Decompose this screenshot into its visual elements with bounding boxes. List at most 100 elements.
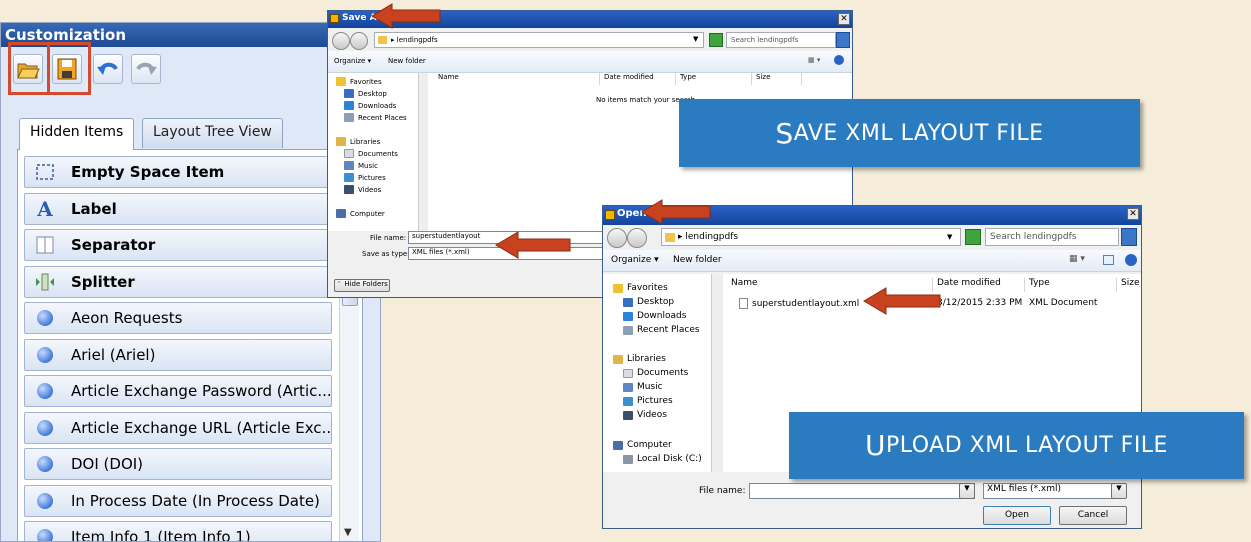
nav-desktop[interactable]: Desktop xyxy=(344,89,387,98)
list-item[interactable]: Empty Space Item xyxy=(24,156,332,188)
splitter-icon xyxy=(33,272,57,292)
list-item[interactable]: Article Exchange URL (Article Exc... xyxy=(24,411,332,444)
nav-libraries[interactable]: Libraries xyxy=(613,354,666,364)
list-item[interactable]: Aeon Requests xyxy=(24,302,332,334)
chevron-down-icon[interactable]: ▼ xyxy=(1111,483,1127,499)
file-row[interactable]: superstudentlayout.xml xyxy=(739,298,859,309)
nav-documents[interactable]: Documents xyxy=(623,368,688,378)
folder-icon xyxy=(665,233,675,242)
close-icon[interactable]: ✕ xyxy=(838,13,850,25)
column-date-modified[interactable]: Date modified xyxy=(933,278,1025,292)
open-navigation-pane: Favorites Desktop Downloads Recent Place… xyxy=(603,274,711,472)
help-icon[interactable] xyxy=(1125,254,1137,266)
column-name[interactable]: Name xyxy=(434,73,600,85)
nav-recent-places[interactable]: Recent Places xyxy=(623,325,700,335)
cancel-button[interactable]: Cancel xyxy=(1059,506,1127,525)
nav-libraries[interactable]: Libraries xyxy=(336,137,380,146)
preview-pane-icon[interactable] xyxy=(1103,255,1114,265)
file-name-input[interactable] xyxy=(749,483,975,499)
column-type[interactable]: Type xyxy=(676,73,752,85)
arrow-to-save-title xyxy=(371,3,441,29)
libraries-icon xyxy=(613,354,623,364)
list-item[interactable]: A Label xyxy=(24,192,332,225)
search-icon[interactable] xyxy=(836,32,850,48)
nav-favorites[interactable]: Favorites xyxy=(336,77,382,86)
refresh-icon[interactable] xyxy=(965,229,981,245)
save-highlight-box xyxy=(47,42,91,95)
forward-button[interactable] xyxy=(350,32,368,50)
column-size[interactable]: Size xyxy=(752,73,802,85)
search-input[interactable]: Search lendingpdfs xyxy=(985,228,1119,246)
forward-button[interactable] xyxy=(627,228,647,248)
back-button[interactable] xyxy=(332,32,350,50)
refresh-icon[interactable] xyxy=(709,33,723,47)
field-ball-icon xyxy=(33,418,57,438)
nav-downloads[interactable]: Downloads xyxy=(623,311,686,321)
save-toolbar: Organize ▾ New folder ▦ ▾ xyxy=(328,51,852,73)
list-item[interactable]: DOI (DOI) xyxy=(24,448,332,480)
search-icon[interactable] xyxy=(1121,228,1137,246)
nav-desktop[interactable]: Desktop xyxy=(623,297,674,307)
search-input[interactable]: Search lendingpdfs xyxy=(726,32,836,48)
save-callout: S AVE XML LAYOUT FILE xyxy=(679,99,1140,167)
address-bar[interactable]: ▸ lendingpdfs xyxy=(661,228,961,246)
nav-local-disk[interactable]: Local Disk (C:) xyxy=(623,454,702,464)
list-item-label: Empty Space Item xyxy=(71,163,225,181)
new-folder-button[interactable]: New folder xyxy=(388,57,426,65)
view-options-icon[interactable]: ▦ ▾ xyxy=(808,56,820,64)
downloads-icon xyxy=(344,101,354,110)
hide-folders-button[interactable]: ⌃ Hide Folders xyxy=(334,279,390,292)
list-item[interactable]: Splitter xyxy=(24,265,332,298)
list-item[interactable]: Ariel (Ariel) xyxy=(24,338,332,371)
scroll-down-icon[interactable]: ▼ xyxy=(344,527,352,538)
nav-documents[interactable]: Documents xyxy=(344,149,398,158)
list-item-label: Splitter xyxy=(71,272,135,291)
back-button[interactable] xyxy=(607,228,627,248)
file-type-filter-select[interactable]: XML files (*.xml) xyxy=(983,483,1121,499)
organize-button[interactable]: Organize ▾ xyxy=(334,57,371,65)
undo-button[interactable] xyxy=(93,54,123,84)
list-item[interactable]: Article Exchange Password (Artic... xyxy=(24,375,332,407)
nav-computer[interactable]: Computer xyxy=(336,209,385,218)
new-folder-button[interactable]: New folder xyxy=(673,255,722,265)
nav-music[interactable]: Music xyxy=(344,161,378,170)
chevron-down-icon[interactable]: ▼ xyxy=(959,483,975,499)
music-icon xyxy=(623,382,633,392)
dialog-app-icon xyxy=(605,210,615,220)
column-date-modified[interactable]: Date modified xyxy=(600,73,676,85)
list-item-label: Label xyxy=(71,199,117,218)
nav-downloads[interactable]: Downloads xyxy=(344,101,396,110)
address-bar[interactable]: ▸ lendingpdfs xyxy=(374,32,704,48)
column-size[interactable]: Size xyxy=(1117,278,1141,292)
list-item[interactable]: In Process Date (In Process Date) xyxy=(24,484,332,517)
chevron-down-icon[interactable]: ▼ xyxy=(947,233,952,241)
file-name-label: File name: xyxy=(699,486,746,496)
nav-music[interactable]: Music xyxy=(623,382,663,392)
file-name-cell: superstudentlayout.xml xyxy=(752,298,860,309)
nav-videos[interactable]: Videos xyxy=(623,410,667,420)
nav-pictures[interactable]: Pictures xyxy=(623,396,673,406)
nav-recent-places[interactable]: Recent Places xyxy=(344,113,407,122)
star-icon xyxy=(336,77,346,86)
nav-scrollbar[interactable] xyxy=(711,274,723,472)
open-button[interactable]: Open xyxy=(983,506,1051,525)
address-folder: lendingpdfs xyxy=(396,36,438,44)
close-icon[interactable]: ✕ xyxy=(1127,208,1139,220)
chevron-down-icon[interactable]: ▼ xyxy=(693,35,698,43)
list-item[interactable]: Item Info 1 (Item Info 1) xyxy=(24,521,332,541)
nav-favorites[interactable]: Favorites xyxy=(613,283,668,293)
nav-pictures[interactable]: Pictures xyxy=(344,173,386,182)
tab-layout-tree-view[interactable]: Layout Tree View xyxy=(142,118,283,148)
organize-button[interactable]: Organize ▾ xyxy=(611,255,659,265)
nav-scrollbar[interactable] xyxy=(418,73,428,231)
column-type[interactable]: Type xyxy=(1025,278,1117,292)
nav-videos[interactable]: Videos xyxy=(344,185,381,194)
list-item[interactable]: Separator xyxy=(24,229,332,261)
help-icon[interactable] xyxy=(834,55,844,65)
redo-button[interactable] xyxy=(131,54,161,84)
view-options-icon[interactable]: ▦ ▾ xyxy=(1069,254,1085,264)
hidden-items-list: Empty Space Item A Label Separator Splitter A… xyxy=(17,149,363,541)
dialog-app-icon xyxy=(330,14,339,23)
nav-computer[interactable]: Computer xyxy=(613,440,672,450)
tab-hidden-items[interactable]: Hidden Items xyxy=(19,118,135,150)
